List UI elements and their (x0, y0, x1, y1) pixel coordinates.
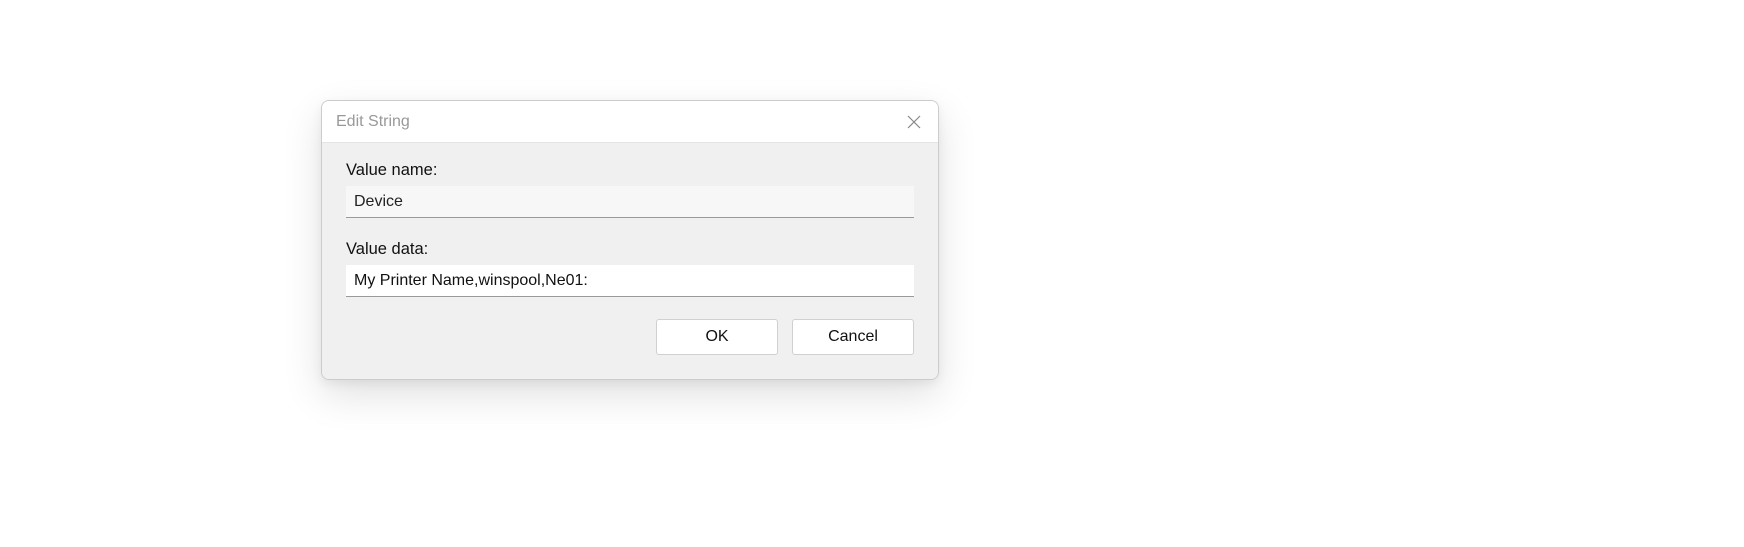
cancel-button[interactable]: Cancel (792, 319, 914, 355)
button-row: OK Cancel (346, 319, 914, 355)
dialog-title: Edit String (336, 113, 410, 131)
close-icon (907, 115, 921, 129)
value-name-label: Value name: (346, 161, 914, 180)
value-name-field (346, 186, 914, 218)
titlebar: Edit String (322, 101, 938, 143)
value-data-group: Value data: (346, 240, 914, 297)
value-data-label: Value data: (346, 240, 914, 259)
ok-button[interactable]: OK (656, 319, 778, 355)
close-button[interactable] (890, 101, 938, 143)
value-name-group: Value name: (346, 161, 914, 218)
edit-string-dialog: Edit String Value name: Value data: OK C… (321, 100, 939, 380)
dialog-body: Value name: Value data: OK Cancel (322, 143, 938, 379)
value-data-field[interactable] (346, 265, 914, 297)
